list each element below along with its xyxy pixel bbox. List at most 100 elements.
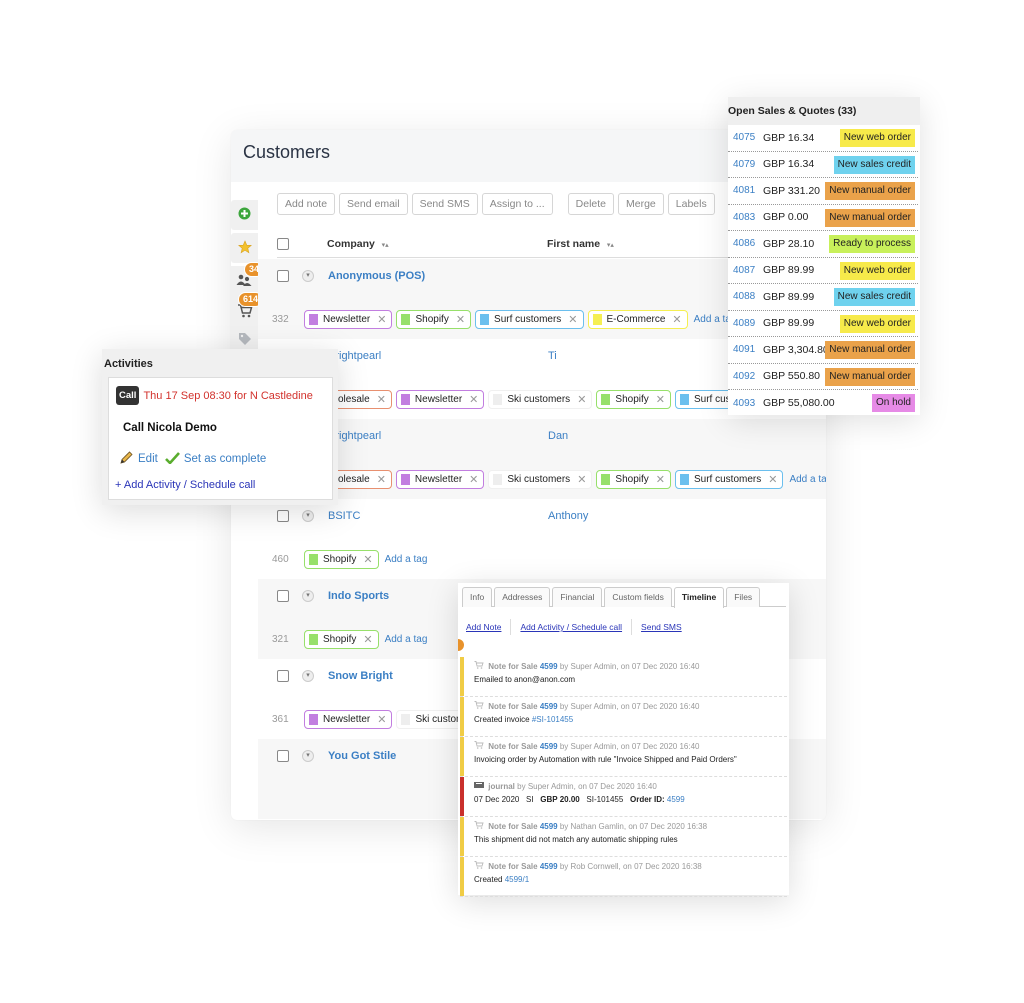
row-expand-icon[interactable]: ▾ xyxy=(302,590,314,602)
row-checkbox[interactable] xyxy=(277,670,289,682)
add-note-link[interactable]: Add Note xyxy=(466,622,501,632)
order-id-link[interactable]: 4079 xyxy=(728,159,763,170)
sidebar-add[interactable] xyxy=(231,200,258,230)
timeline-item-link[interactable]: #SI-101455 xyxy=(532,715,573,724)
sort-icon[interactable]: ▾▴ xyxy=(607,242,614,249)
remove-tag-icon[interactable]: ✕ xyxy=(377,313,386,326)
order-id-link[interactable]: 4091 xyxy=(728,344,763,355)
timeline-item: journal by Super Admin, on 07 Dec 2020 1… xyxy=(460,777,787,817)
sale-link[interactable]: 4599 xyxy=(540,822,558,831)
labels-button[interactable]: Labels xyxy=(667,193,715,215)
remove-tag-icon[interactable]: ✕ xyxy=(656,473,665,486)
tab-timeline[interactable]: Timeline xyxy=(673,587,725,608)
sale-link[interactable]: 4599 xyxy=(540,742,558,751)
sidebar-tags[interactable] xyxy=(238,332,252,349)
remove-tag-icon[interactable]: ✕ xyxy=(672,313,681,326)
order-id-link[interactable]: 4087 xyxy=(728,265,763,276)
order-id-link[interactable]: 4089 xyxy=(728,318,763,329)
company-link[interactable]: Anonymous (POS) xyxy=(328,270,548,282)
sale-link[interactable]: 4599 xyxy=(540,662,558,671)
column-first-name[interactable]: First name ▾▴ xyxy=(547,238,614,250)
tab-custom-fields[interactable]: Custom fields xyxy=(604,587,672,607)
sidebar-favourites[interactable] xyxy=(231,233,258,263)
order-row: 4079 GBP 16.34 New sales credit xyxy=(728,152,918,178)
tag-label: Newsletter xyxy=(323,314,371,325)
row-tags: 321 Shopify ✕ Add a tag xyxy=(272,630,427,649)
remove-tag-icon[interactable]: ✕ xyxy=(363,553,372,566)
row-checkbox[interactable] xyxy=(277,510,289,522)
timeline-item-link[interactable]: 4599/1 xyxy=(505,875,529,884)
remove-tag-icon[interactable]: ✕ xyxy=(469,473,478,486)
first-name-link[interactable]: Anthony xyxy=(548,510,588,522)
add-activity-link[interactable]: + Add Activity / Schedule call xyxy=(115,479,255,491)
send-sms-link[interactable]: Send SMS xyxy=(641,622,682,632)
remove-tag-icon[interactable]: ✕ xyxy=(577,393,586,406)
add-activity-link[interactable]: Add Activity / Schedule call xyxy=(520,622,622,632)
select-all-checkbox[interactable] xyxy=(277,237,289,250)
order-id-link[interactable]: 4083 xyxy=(728,212,763,223)
remove-tag-icon[interactable]: ✕ xyxy=(377,473,386,486)
row-checkbox[interactable] xyxy=(277,590,289,602)
company-link[interactable]: Brightpearl xyxy=(328,350,548,362)
tab-financial[interactable]: Financial xyxy=(552,587,603,607)
row-checkbox[interactable] xyxy=(277,270,289,282)
add-tag-link[interactable]: Add a tag xyxy=(385,634,428,645)
column-company[interactable]: Company ▾▴ xyxy=(327,238,547,250)
company-link[interactable]: Brightpearl xyxy=(328,430,548,442)
table-row: ▾BrightpearlDanWholesale✕Newsletter✕Ski … xyxy=(258,419,826,499)
assign-to-button[interactable]: Assign to ... xyxy=(481,193,553,215)
remove-tag-icon[interactable]: ✕ xyxy=(656,393,665,406)
tag-chip: Surf customers ✕ xyxy=(674,470,784,489)
users-icon xyxy=(236,274,252,289)
add-tag-link[interactable]: Add a tag xyxy=(385,554,428,565)
remove-tag-icon[interactable]: ✕ xyxy=(577,473,586,486)
row-expand-icon[interactable]: ▾ xyxy=(302,750,314,762)
row-expand-icon[interactable]: ▾ xyxy=(302,670,314,682)
remove-tag-icon[interactable]: ✕ xyxy=(768,473,777,486)
sale-link[interactable]: 4599 xyxy=(540,862,558,871)
tab-info[interactable]: Info xyxy=(462,587,493,607)
remove-tag-icon[interactable]: ✕ xyxy=(568,313,577,326)
order-id-link[interactable]: 4075 xyxy=(728,132,763,143)
tag-label: Surf customers xyxy=(494,314,562,325)
tag-color-swatch xyxy=(493,394,503,405)
add-note-button[interactable]: Add note xyxy=(277,193,336,215)
merge-button[interactable]: Merge xyxy=(618,193,664,215)
row-checkbox[interactable] xyxy=(277,750,289,762)
order-id-link[interactable]: 4081 xyxy=(728,185,763,196)
row-expand-icon[interactable]: ▾ xyxy=(302,510,314,522)
timeline-item: Note for Sale 4599 by Rob Cornwell, on 0… xyxy=(460,857,787,897)
sort-icon[interactable]: ▾▴ xyxy=(382,242,389,249)
tab-addresses[interactable]: Addresses xyxy=(494,587,551,607)
order-id-link[interactable]: 4599 xyxy=(667,795,685,804)
order-id-link[interactable]: 4093 xyxy=(728,398,763,409)
order-id-link[interactable]: 4086 xyxy=(728,238,763,249)
order-amount: GBP 550.80 xyxy=(763,370,821,383)
edit-link[interactable]: Edit xyxy=(138,453,158,465)
remove-tag-icon[interactable]: ✕ xyxy=(377,713,386,726)
remove-tag-icon[interactable]: ✕ xyxy=(363,633,372,646)
timeline-item-type: Note for Sale xyxy=(488,662,538,671)
tag-label: E-Commerce xyxy=(606,314,666,325)
remove-tag-icon[interactable]: ✕ xyxy=(469,393,478,406)
timeline-item-message: This shipment did not match any automati… xyxy=(474,835,678,844)
add-tag-link[interactable]: Add a tag xyxy=(789,474,826,485)
row-expand-icon[interactable]: ▾ xyxy=(302,270,314,282)
tag-chip: Shopify ✕ xyxy=(304,630,379,649)
delete-button[interactable]: Delete xyxy=(567,193,614,215)
set-complete-link[interactable]: Set as complete xyxy=(184,453,266,465)
first-name-link[interactable]: Dan xyxy=(548,430,568,442)
send-email-button[interactable]: Send email xyxy=(339,193,408,215)
tag-chip: Shopify ✕ xyxy=(596,390,671,409)
sale-link[interactable]: 4599 xyxy=(540,702,558,711)
remove-tag-icon[interactable]: ✕ xyxy=(377,393,386,406)
remove-tag-icon[interactable]: ✕ xyxy=(456,313,465,326)
timeline-item-text: This shipment did not match any automati… xyxy=(474,835,787,844)
send-sms-button[interactable]: Send SMS xyxy=(411,193,478,215)
company-link[interactable]: BSITC xyxy=(328,510,548,522)
order-id-link[interactable]: 4088 xyxy=(728,291,763,302)
order-id-link[interactable]: 4092 xyxy=(728,371,763,382)
tab-files[interactable]: Files xyxy=(726,587,761,607)
timeline-item-author: by Nathan Gamlin, on 07 Dec 2020 16:38 xyxy=(559,822,708,831)
first-name-link[interactable]: Ti xyxy=(548,350,557,362)
